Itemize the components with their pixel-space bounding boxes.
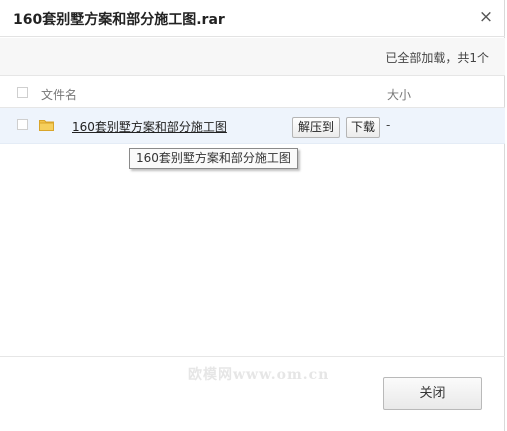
table-header: 文件名 大小 [0,77,505,108]
status-bar: 已全部加载，共1个 [0,38,505,76]
download-button[interactable]: 下载 [346,117,380,138]
close-icon[interactable]: × [478,7,494,27]
row-checkbox[interactable] [17,119,28,130]
watermark: 欧模网www.om.cn [188,367,330,383]
dialog-title: 160套别墅方案和部分施工图.rar [13,12,225,28]
table-row[interactable]: 160套别墅方案和部分施工图 解压到 下载 - [0,108,505,144]
extract-to-button[interactable]: 解压到 [292,117,340,138]
extract-dialog: 160套别墅方案和部分施工图.rar × 已全部加载，共1个 文件名 大小 16… [0,0,505,431]
column-header-size: 大小 [387,88,412,102]
select-all-checkbox[interactable] [17,87,28,98]
folder-icon [39,120,54,131]
file-name-link[interactable]: 160套别墅方案和部分施工图 [72,118,227,135]
close-button[interactable]: 关闭 [383,377,482,410]
load-status: 已全部加载，共1个 [385,51,489,65]
dialog-footer: 欧模网www.om.cn 关闭 [0,356,505,431]
column-header-name: 文件名 [41,88,78,102]
file-name-tooltip: 160套别墅方案和部分施工图 [129,148,298,169]
dialog-titlebar: 160套别墅方案和部分施工图.rar × [0,0,505,37]
file-size: - [386,118,391,132]
